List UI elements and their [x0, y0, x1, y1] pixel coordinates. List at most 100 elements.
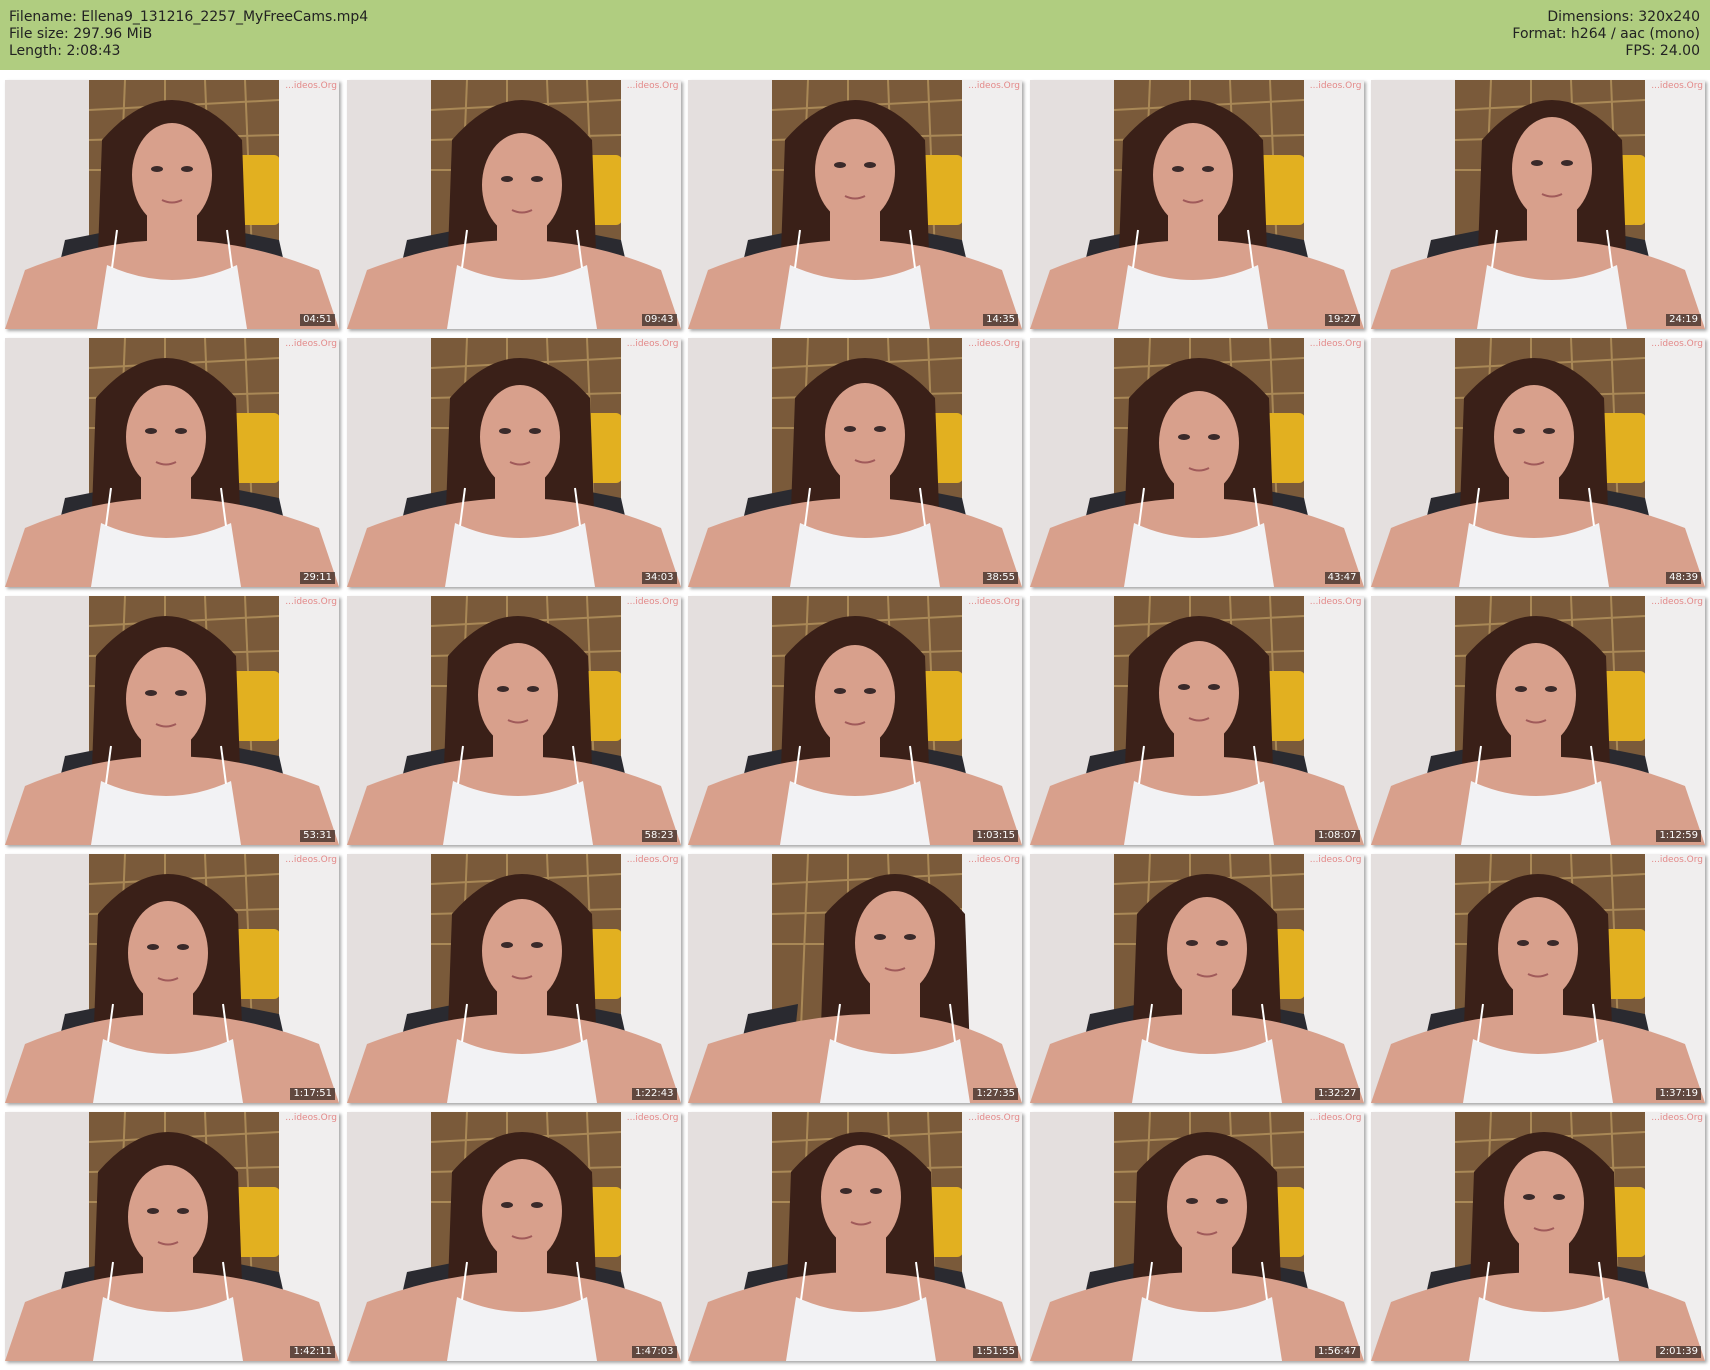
info-left: Filename: Ellena9_131216_2257_MyFreeCams…: [9, 9, 368, 60]
timestamp-label: 1:27:35: [973, 1088, 1018, 1100]
timestamp-label: 1:56:47: [1314, 1346, 1360, 1358]
watermark-text: ...ideos.Org: [285, 81, 337, 91]
video-thumbnail: ...ideos.Org 1:08:07: [1029, 596, 1364, 845]
frame-image: [1029, 338, 1364, 587]
video-thumbnail: ...ideos.Org 34:03: [346, 338, 681, 587]
dimensions-text: Dimensions: 320x240: [1547, 9, 1700, 25]
video-thumbnail: ...ideos.Org 29:11: [5, 338, 339, 587]
frame-image: [688, 80, 1022, 329]
video-thumbnail: ...ideos.Org 1:27:35: [688, 854, 1022, 1103]
timestamp-label: 1:47:03: [631, 1346, 677, 1358]
frame-image: [1371, 854, 1705, 1103]
filename-text: Filename: Ellena9_131216_2257_MyFreeCams…: [9, 9, 369, 25]
frame-image: [1371, 596, 1705, 845]
watermark-text: ...ideos.Org: [1651, 1113, 1703, 1123]
watermark-text: ...ideos.Org: [626, 597, 679, 607]
video-thumbnail: ...ideos.Org 2:01:39: [1371, 1112, 1705, 1361]
timestamp-label: 53:31: [300, 830, 335, 842]
watermark-text: ...ideos.Org: [968, 81, 1020, 91]
watermark-text: ...ideos.Org: [285, 597, 337, 607]
timestamp-label: 09:43: [641, 314, 677, 326]
timestamp-label: 34:03: [641, 572, 677, 584]
watermark-text: ...ideos.Org: [626, 339, 679, 349]
watermark-text: ...ideos.Org: [285, 1113, 337, 1123]
video-thumbnail: ...ideos.Org 1:12:59: [1371, 596, 1705, 845]
timestamp-label: 1:17:51: [290, 1088, 335, 1100]
watermark-text: ...ideos.Org: [968, 597, 1020, 607]
timestamp-label: 04:51: [300, 314, 335, 326]
frame-image: [5, 854, 339, 1103]
length-text: Length: 2:08:43: [9, 43, 121, 59]
timestamp-label: 1:03:15: [973, 830, 1018, 842]
frame-image: [346, 80, 681, 329]
video-thumbnail: ...ideos.Org 48:39: [1371, 338, 1705, 587]
frame-image: [1029, 80, 1364, 329]
timestamp-label: 24:19: [1666, 314, 1701, 326]
video-thumbnail: ...ideos.Org 1:03:15: [688, 596, 1022, 845]
watermark-text: ...ideos.Org: [1651, 339, 1703, 349]
timestamp-label: 1:32:27: [1314, 1088, 1360, 1100]
video-thumbnail: ...ideos.Org 09:43: [346, 80, 681, 329]
watermark-text: ...ideos.Org: [1309, 339, 1362, 349]
video-thumbnail: ...ideos.Org 58:23: [346, 596, 681, 845]
watermark-text: ...ideos.Org: [626, 855, 679, 865]
frame-image: [1029, 854, 1364, 1103]
video-thumbnail: ...ideos.Org 1:37:19: [1371, 854, 1705, 1103]
timestamp-label: 48:39: [1666, 572, 1701, 584]
watermark-text: ...ideos.Org: [1309, 1113, 1362, 1123]
frame-image: [1029, 1112, 1364, 1361]
frame-image: [5, 596, 339, 845]
video-thumbnail: ...ideos.Org 1:56:47: [1029, 1112, 1364, 1361]
video-thumbnail: ...ideos.Org 38:55: [688, 338, 1022, 587]
fps-text: FPS: 24.00: [1625, 43, 1700, 59]
timestamp-label: 19:27: [1324, 314, 1360, 326]
frame-image: [346, 1112, 681, 1361]
frame-image: [346, 854, 681, 1103]
video-thumbnail: ...ideos.Org 19:27: [1029, 80, 1364, 329]
video-thumbnail: ...ideos.Org 1:22:43: [346, 854, 681, 1103]
thumbnail-grid: ...ideos.Org 04:51 ...ideos.Org 09:43 ...ide…: [5, 80, 1705, 1366]
format-text: Format: h264 / aac (mono): [1512, 26, 1700, 42]
frame-image: [5, 338, 339, 587]
file-size-text: File size: 297.96 MiB: [9, 26, 153, 42]
frame-image: [5, 1112, 339, 1361]
watermark-text: ...ideos.Org: [1651, 855, 1703, 865]
video-thumbnail: ...ideos.Org 43:47: [1029, 338, 1364, 587]
video-thumbnail: ...ideos.Org 1:17:51: [5, 854, 339, 1103]
video-thumbnail: ...ideos.Org 1:32:27: [1029, 854, 1364, 1103]
watermark-text: ...ideos.Org: [626, 1113, 679, 1123]
timestamp-label: 43:47: [1324, 572, 1360, 584]
frame-image: [346, 338, 681, 587]
video-thumbnail: ...ideos.Org 1:47:03: [346, 1112, 681, 1361]
timestamp-label: 1:51:55: [973, 1346, 1018, 1358]
frame-image: [688, 596, 1022, 845]
watermark-text: ...ideos.Org: [285, 855, 337, 865]
watermark-text: ...ideos.Org: [968, 855, 1020, 865]
timestamp-label: 38:55: [983, 572, 1018, 584]
video-thumbnail: ...ideos.Org 04:51: [5, 80, 339, 329]
timestamp-label: 1:22:43: [631, 1088, 677, 1100]
watermark-text: ...ideos.Org: [1309, 81, 1362, 91]
video-thumbnail: ...ideos.Org 1:51:55: [688, 1112, 1022, 1361]
frame-image: [5, 80, 339, 329]
timestamp-label: 1:12:59: [1656, 830, 1701, 842]
timestamp-label: 58:23: [641, 830, 677, 842]
watermark-text: ...ideos.Org: [626, 81, 679, 91]
video-thumbnail: ...ideos.Org 53:31: [5, 596, 339, 845]
timestamp-label: 1:42:11: [290, 1346, 335, 1358]
watermark-text: ...ideos.Org: [1651, 597, 1703, 607]
video-thumbnail: ...ideos.Org 24:19: [1371, 80, 1705, 329]
frame-image: [1371, 1112, 1705, 1361]
watermark-text: ...ideos.Org: [968, 1113, 1020, 1123]
frame-image: [688, 338, 1022, 587]
info-header: Filename: Ellena9_131216_2257_MyFreeCams…: [0, 0, 1710, 70]
video-thumbnail: ...ideos.Org 14:35: [688, 80, 1022, 329]
frame-image: [1371, 80, 1705, 329]
watermark-text: ...ideos.Org: [968, 339, 1020, 349]
watermark-text: ...ideos.Org: [1309, 597, 1362, 607]
frame-image: [688, 854, 1022, 1103]
frame-image: [1371, 338, 1705, 587]
timestamp-label: 1:08:07: [1314, 830, 1360, 842]
video-thumbnail: ...ideos.Org 1:42:11: [5, 1112, 339, 1361]
watermark-text: ...ideos.Org: [1309, 855, 1362, 865]
